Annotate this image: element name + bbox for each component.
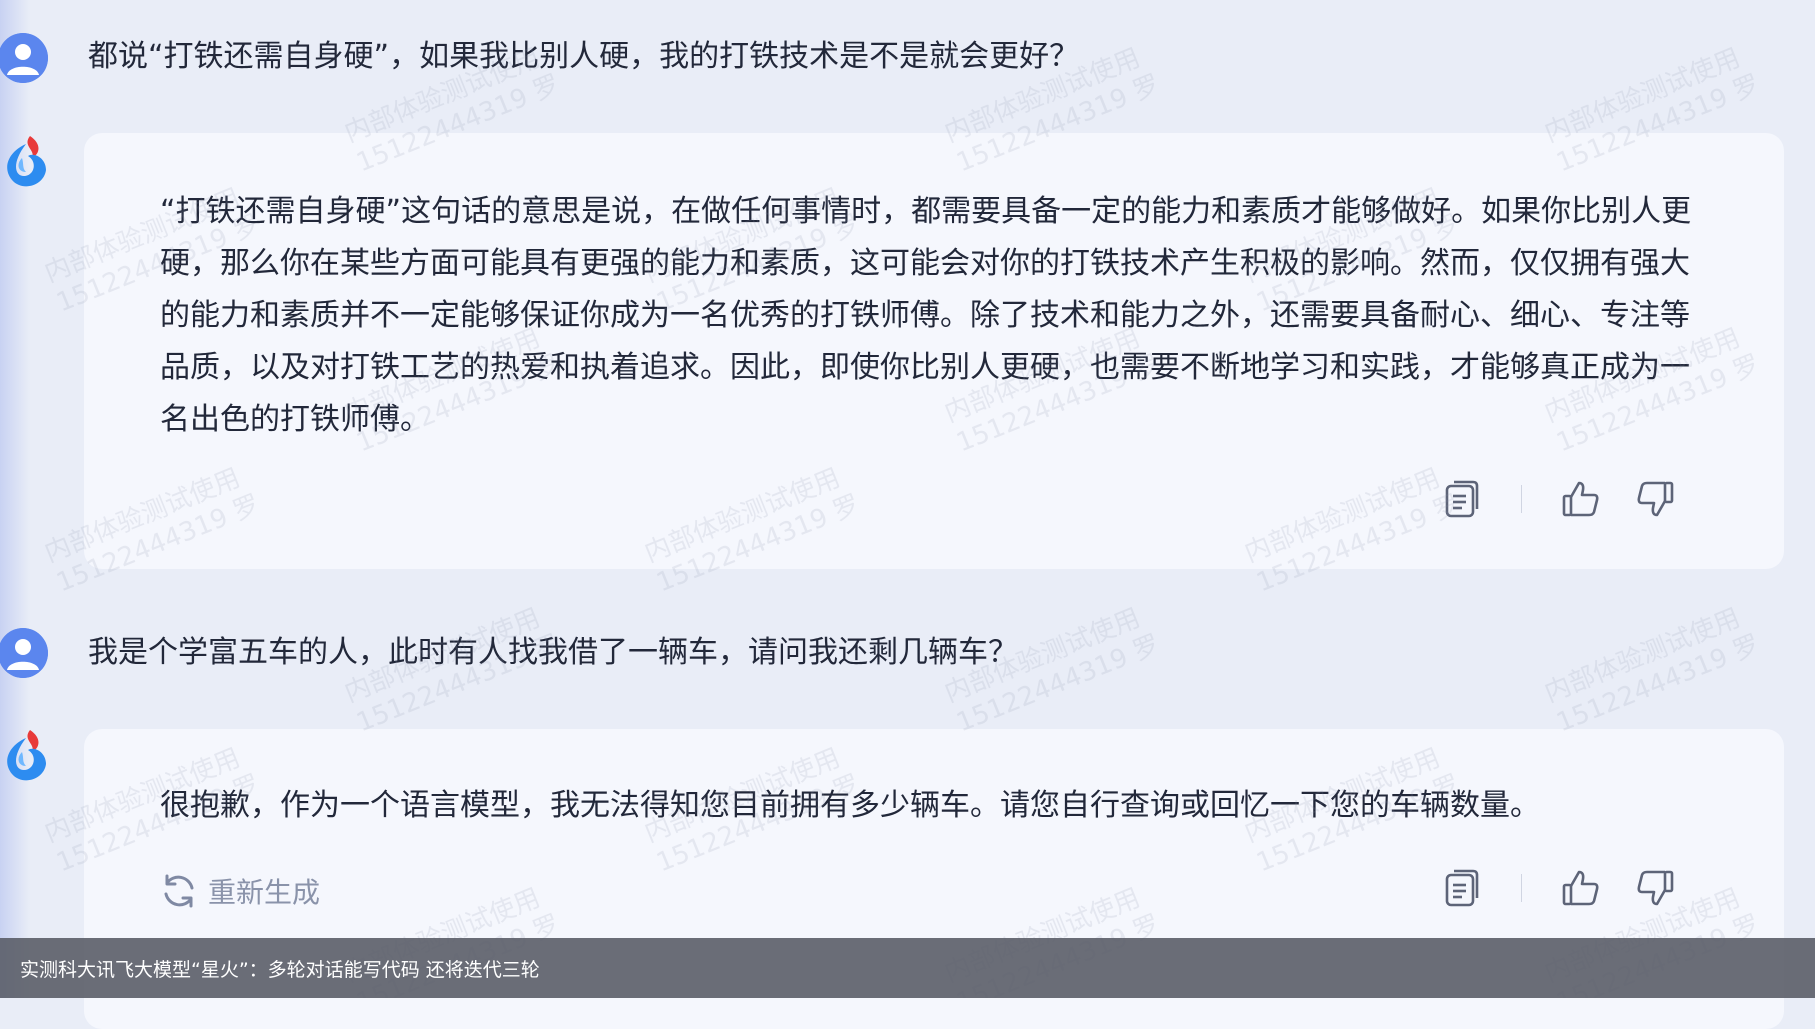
dislike-button[interactable] <box>1634 478 1676 520</box>
dislike-button[interactable] <box>1634 867 1676 909</box>
assistant-response-card: “打铁还需自身硬”这句话的意思是说，在做任何事情时，都需要具备一定的能力和素质才… <box>84 133 1784 569</box>
copy-icon <box>1445 869 1479 907</box>
assistant-avatar <box>0 134 50 187</box>
regenerate-button[interactable]: 重新生成 <box>160 871 320 911</box>
user-avatar <box>0 33 48 83</box>
copy-button[interactable] <box>1441 478 1483 520</box>
actions-divider <box>1521 485 1522 513</box>
watermark: 内部体验测试使用15122444319 罗 <box>1540 603 1765 739</box>
user-avatar-icon <box>0 628 48 678</box>
spark-flame-icon <box>7 136 46 187</box>
regenerate-label: 重新生成 <box>208 876 321 909</box>
user-message: 我是个学富五车的人，此时有人找我借了一辆车，请问我还剩几辆车？ <box>88 635 1018 670</box>
actions-divider <box>1521 874 1522 902</box>
thumbs-down-icon <box>1637 870 1674 906</box>
thumbs-down-icon <box>1637 481 1674 517</box>
like-button[interactable] <box>1560 867 1602 909</box>
user-avatar-icon <box>0 33 48 83</box>
user-avatar <box>0 628 48 678</box>
assistant-message: “打铁还需自身硬”这句话的意思是说，在做任何事情时，都需要具备一定的能力和素质才… <box>160 194 1692 437</box>
response-actions <box>1441 867 1676 909</box>
like-button[interactable] <box>1560 478 1602 520</box>
response-actions <box>1441 478 1676 520</box>
thumbs-up-icon <box>1562 870 1599 906</box>
assistant-message: 很抱歉，作为一个语言模型，我无法得知您目前拥有多少辆车。请您自行查询或回忆一下您… <box>160 788 1540 823</box>
news-caption-text: 实测科大讯飞大模型“星火”：多轮对话能写代码 还将迭代三轮 <box>20 958 540 981</box>
news-caption-bar: 实测科大讯飞大模型“星火”：多轮对话能写代码 还将迭代三轮 <box>0 938 1815 998</box>
refresh-icon <box>164 874 194 908</box>
assistant-avatar <box>0 728 50 781</box>
user-message: 都说“打铁还需自身硬”，如果我比别人硬，我的打铁技术是不是就会更好？ <box>88 39 1080 74</box>
thumbs-up-icon <box>1562 481 1599 517</box>
copy-icon <box>1445 480 1479 518</box>
spark-flame-icon <box>7 730 46 781</box>
copy-button[interactable] <box>1441 867 1483 909</box>
